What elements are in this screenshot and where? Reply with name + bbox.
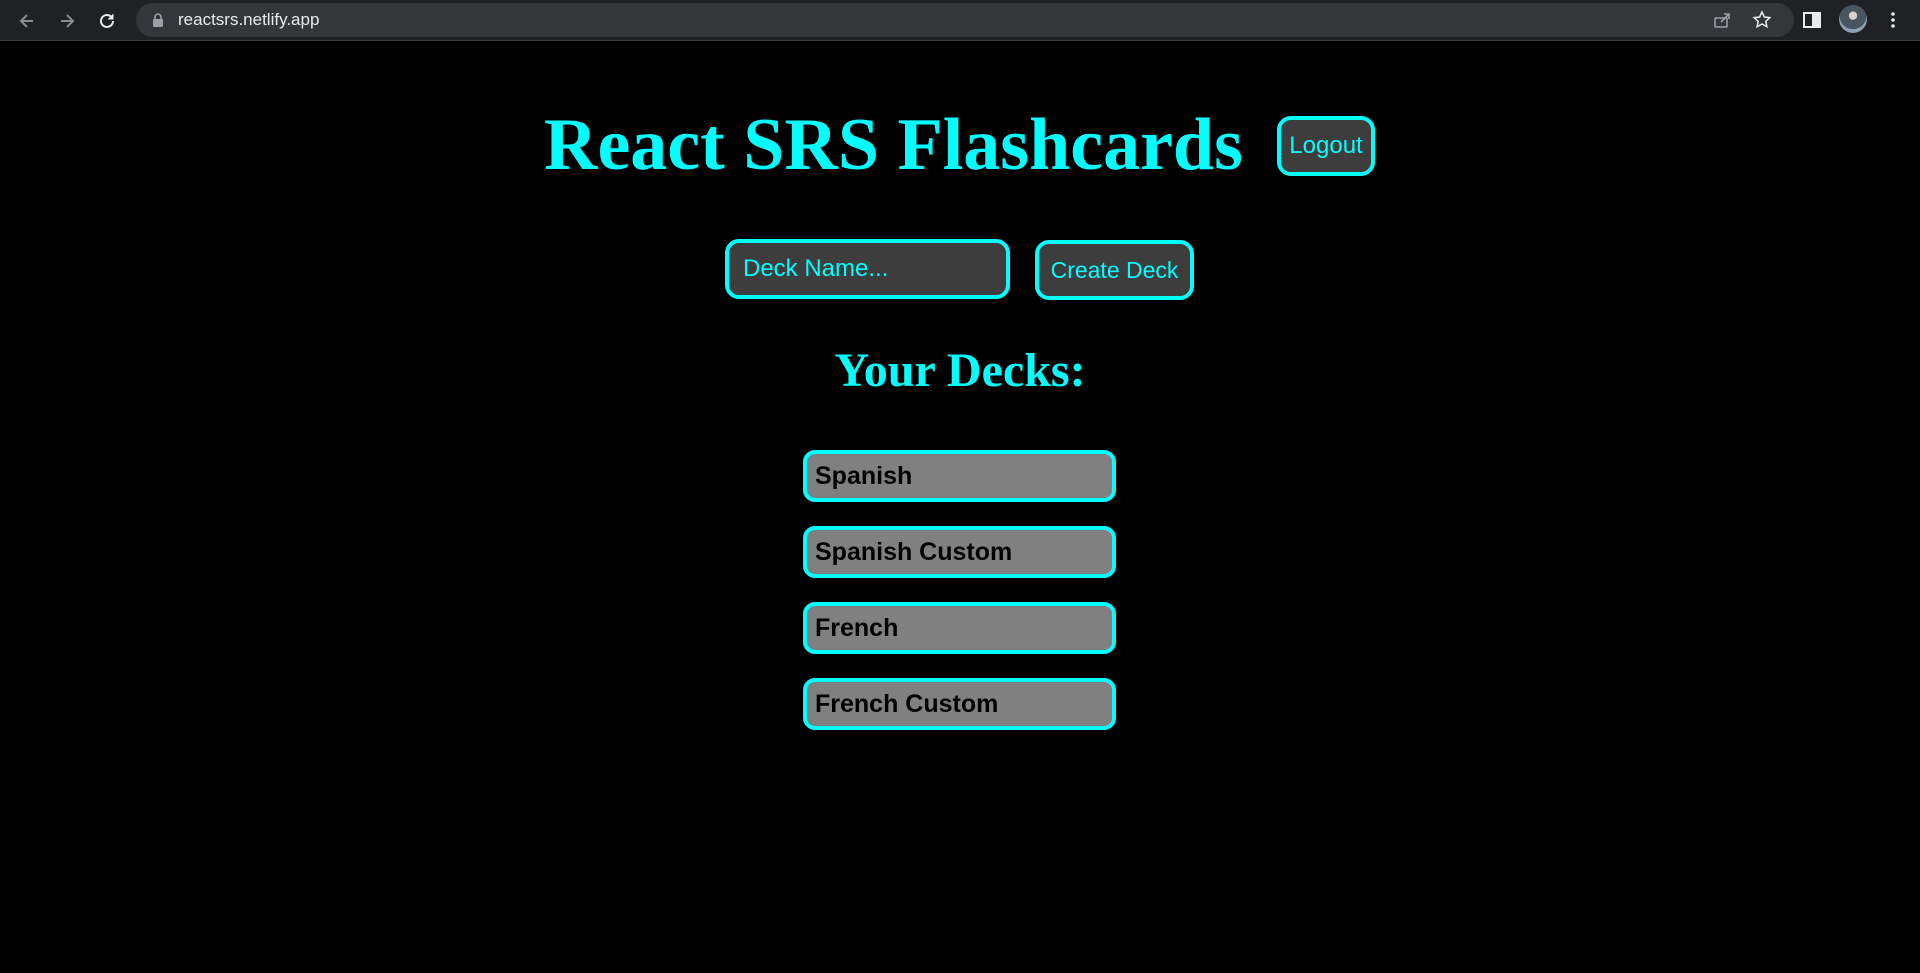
side-panel-icon <box>1803 12 1821 28</box>
star-icon[interactable] <box>1752 10 1772 30</box>
deck-list: Spanish Spanish Custom French French Cus… <box>803 450 1116 754</box>
decks-heading: Your Decks: <box>834 344 1086 397</box>
arrow-right-icon <box>61 14 75 28</box>
share-icon[interactable] <box>1712 10 1732 30</box>
deck-item-french[interactable]: French <box>803 602 1116 654</box>
profile-avatar[interactable] <box>1839 5 1867 33</box>
forward-button[interactable] <box>52 6 82 36</box>
menu-button[interactable] <box>1881 8 1905 32</box>
reload-button[interactable] <box>92 6 122 36</box>
lock-icon <box>153 13 163 27</box>
deck-item-spanish[interactable]: Spanish <box>803 450 1116 502</box>
url-text: reactsrs.netlify.app <box>178 10 320 29</box>
deck-name-input[interactable] <box>725 239 1010 299</box>
logout-button[interactable]: Logout <box>1277 116 1375 176</box>
create-deck-button[interactable]: Create Deck <box>1035 240 1194 300</box>
reload-icon <box>100 13 114 28</box>
page-title: React SRS Flashcards <box>544 104 1243 186</box>
address-bar[interactable]: reactsrs.netlify.app <box>136 3 1794 37</box>
deck-item-french-custom[interactable]: French Custom <box>803 678 1116 730</box>
browser-toolbar: reactsrs.netlify.app <box>0 0 1920 41</box>
kebab-menu-icon <box>1891 12 1895 28</box>
side-panel-button[interactable] <box>1800 8 1824 32</box>
arrow-left-icon <box>19 14 33 28</box>
deck-item-spanish-custom[interactable]: Spanish Custom <box>803 526 1116 578</box>
back-button[interactable] <box>12 6 42 36</box>
app-header: React SRS Flashcards Logout <box>0 100 1920 190</box>
